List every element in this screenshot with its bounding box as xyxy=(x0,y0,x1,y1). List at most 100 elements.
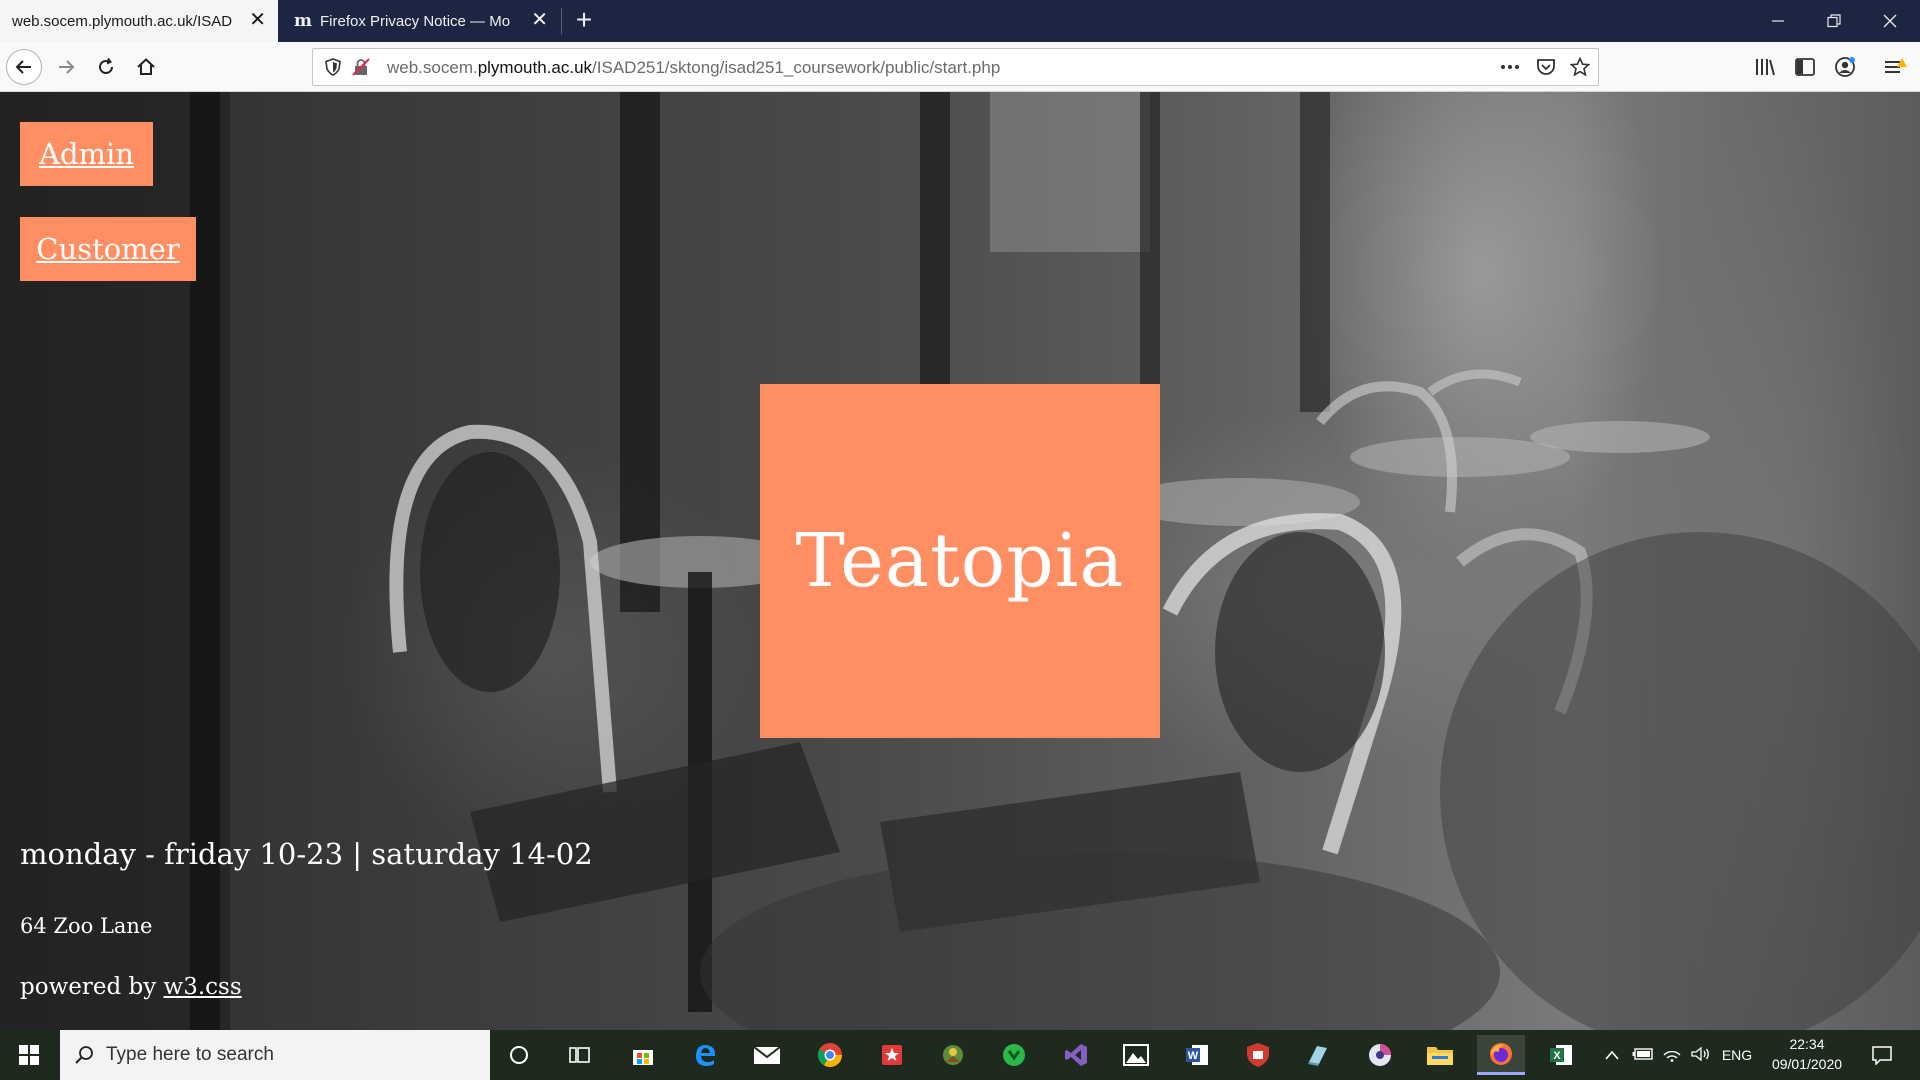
search-icon xyxy=(75,1046,93,1064)
page-actions-icon[interactable] xyxy=(1500,57,1520,77)
home-button[interactable] xyxy=(128,49,164,85)
chrome-icon xyxy=(817,1043,842,1068)
action-center-button[interactable] xyxy=(1862,1035,1902,1075)
game-app-icon xyxy=(943,1045,963,1065)
powered-by-label: powered by xyxy=(20,974,164,1000)
media-app-icon xyxy=(1369,1044,1391,1066)
mozilla-favicon-icon: m xyxy=(294,11,312,31)
visual-studio-icon xyxy=(1065,1044,1087,1066)
clock-time: 22:34 xyxy=(1789,1036,1825,1052)
close-tab-icon[interactable]: ✕ xyxy=(531,9,548,31)
reload-button[interactable] xyxy=(88,49,124,85)
tracking-protection-shield-icon[interactable] xyxy=(323,57,343,77)
admin-button[interactable]: Admin xyxy=(20,122,153,186)
taskbar-word[interactable]: W xyxy=(1173,1035,1221,1075)
taskbar-shield-app[interactable] xyxy=(1234,1035,1282,1075)
wifi-icon[interactable] xyxy=(1658,1046,1686,1065)
address-bar[interactable]: web.socem.plymouth.ac.uk/ISAD251/sktong/… xyxy=(312,48,1599,86)
new-tab-button[interactable]: + xyxy=(568,4,600,36)
close-tab-icon[interactable]: ✕ xyxy=(249,9,266,31)
volume-icon[interactable] xyxy=(1686,1046,1714,1065)
hero-box: Teatopia xyxy=(760,384,1160,738)
restore-button[interactable] xyxy=(1806,0,1862,42)
pocket-icon[interactable] xyxy=(1536,57,1556,77)
url-text[interactable]: web.socem.plymouth.ac.uk/ISAD251/sktong/… xyxy=(387,58,1000,78)
task-view-icon xyxy=(569,1047,590,1063)
url-path: /ISAD251/sktong/isad251_coursework/publi… xyxy=(592,58,1001,77)
close-window-button[interactable] xyxy=(1862,0,1918,42)
back-button[interactable] xyxy=(6,49,42,85)
input-language-indicator[interactable]: ENG xyxy=(1714,1047,1760,1063)
battery-icon[interactable] xyxy=(1628,1047,1658,1063)
tab-start-page[interactable]: web.socem.plymouth.ac.uk/ISAD251/sktong/… xyxy=(0,0,278,42)
taskbar-store[interactable] xyxy=(619,1035,667,1075)
taskbar-mail[interactable] xyxy=(743,1035,791,1075)
back-arrow-icon xyxy=(15,60,31,74)
minimize-button[interactable] xyxy=(1750,0,1806,42)
powered-by-footer: powered by w3.css xyxy=(20,974,242,1000)
address-text: 64 Zoo Lane xyxy=(20,914,153,938)
svg-text:W: W xyxy=(1188,1050,1199,1062)
start-button[interactable] xyxy=(0,1030,58,1080)
tab-strip: web.socem.plymouth.ac.uk/ISAD251/sktong/… xyxy=(0,0,1920,42)
taskbar-media-app[interactable] xyxy=(1356,1035,1404,1075)
tab-divider xyxy=(561,8,562,34)
insecure-connection-lock-icon[interactable] xyxy=(351,57,371,77)
taskbar-excel[interactable]: X xyxy=(1537,1035,1585,1075)
system-tray: ENG xyxy=(1600,1030,1760,1080)
site-title: Teatopia xyxy=(795,518,1125,604)
home-icon xyxy=(137,58,155,75)
cortana-button[interactable] xyxy=(495,1035,543,1075)
bookmark-star-icon[interactable] xyxy=(1570,57,1590,77)
sidebar-icon[interactable] xyxy=(1792,54,1818,80)
edge-icon xyxy=(696,1045,716,1066)
library-icon[interactable] xyxy=(1752,54,1778,80)
windows-taskbar: Type here to search W X ENG 22:34 09/01/… xyxy=(0,1030,1920,1080)
search-placeholder: Type here to search xyxy=(106,1044,274,1065)
menu-icon[interactable] xyxy=(1882,54,1908,80)
url-prefix: web.socem. xyxy=(387,58,478,77)
notification-icon xyxy=(1872,1046,1892,1065)
taskbar-red-app[interactable] xyxy=(868,1035,916,1075)
mail-icon xyxy=(753,1046,781,1064)
photos-icon xyxy=(1123,1044,1149,1066)
reload-icon xyxy=(99,57,113,74)
forward-button[interactable] xyxy=(48,49,84,85)
tab-privacy-notice[interactable]: m Firefox Privacy Notice — Mozilla ✕ xyxy=(282,0,560,42)
taskbar-game-app[interactable] xyxy=(929,1035,977,1075)
taskbar-photos[interactable] xyxy=(1112,1035,1160,1075)
excel-icon: X xyxy=(1550,1045,1572,1065)
green-app-icon xyxy=(1003,1044,1025,1066)
show-hidden-icons-chevron-icon[interactable] xyxy=(1600,1047,1624,1063)
opening-hours: monday - friday 10-23 | saturday 14-02 xyxy=(20,837,593,871)
folder-icon xyxy=(1427,1047,1453,1065)
taskbar-edge[interactable] xyxy=(681,1035,729,1075)
windows-logo-icon xyxy=(19,1045,39,1065)
taskbar-search-box[interactable]: Type here to search xyxy=(60,1030,490,1080)
shield-app-icon xyxy=(1247,1043,1269,1067)
taskbar-file-explorer[interactable] xyxy=(1416,1035,1464,1075)
navigation-toolbar: web.socem.plymouth.ac.uk/ISAD251/sktong/… xyxy=(0,42,1920,92)
task-view-button[interactable] xyxy=(556,1035,604,1075)
page-viewport: Admin Customer Teatopia monday - friday … xyxy=(0,92,1920,1030)
cortana-circle-icon xyxy=(510,1046,528,1064)
taskbar-notes-app[interactable] xyxy=(1294,1035,1342,1075)
notes-app-icon xyxy=(1308,1046,1327,1066)
taskbar-firefox[interactable] xyxy=(1477,1035,1525,1075)
red-star-app-icon xyxy=(882,1045,902,1065)
account-icon[interactable] xyxy=(1832,54,1858,80)
taskbar-green-app[interactable] xyxy=(990,1035,1038,1075)
taskbar-chrome[interactable] xyxy=(806,1035,854,1075)
clock-date: 09/01/2020 xyxy=(1771,1056,1843,1072)
taskbar-visual-studio[interactable] xyxy=(1052,1035,1100,1075)
store-icon xyxy=(633,1050,653,1065)
customer-button[interactable]: Customer xyxy=(20,217,196,281)
restore-icon xyxy=(1827,14,1841,28)
minimize-icon xyxy=(1772,20,1784,22)
w3css-link[interactable]: w3.css xyxy=(164,974,242,1000)
close-icon xyxy=(1883,14,1897,28)
tab-title: web.socem.plymouth.ac.uk/ISAD251/sktong/… xyxy=(12,12,232,30)
taskbar-clock[interactable]: 22:34 09/01/2020 xyxy=(1762,1034,1852,1074)
forward-arrow-icon xyxy=(59,60,75,74)
tab-title: Firefox Privacy Notice — Mozilla xyxy=(320,12,510,30)
